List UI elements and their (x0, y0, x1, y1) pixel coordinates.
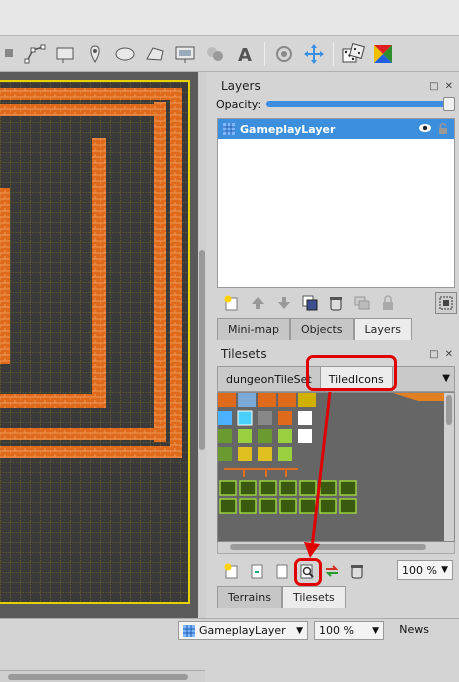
eye-icon[interactable] (418, 122, 432, 134)
merge-layer-icon[interactable] (351, 292, 373, 314)
map-editor[interactable] (0, 72, 206, 682)
map-vertical-scrollbar[interactable] (198, 72, 206, 618)
layer-combo[interactable]: GameplayLayer ▼ (178, 621, 308, 640)
svg-text:A: A (238, 45, 252, 64)
toolbar-separator (333, 41, 334, 66)
new-tileset-icon[interactable] (221, 560, 243, 582)
map-canvas[interactable] (0, 80, 190, 604)
highlight-current-layer-icon[interactable] (435, 292, 457, 314)
main-toolbar: A (0, 36, 459, 72)
current-layer-name: GameplayLayer (199, 624, 286, 637)
layer-name: GameplayLayer (240, 122, 336, 136)
insert-image-icon[interactable] (200, 40, 230, 68)
polygon-tool-icon[interactable] (140, 40, 170, 68)
tile-layer-icon (183, 624, 195, 637)
delete-layer-icon[interactable] (325, 292, 347, 314)
tab-tilesets[interactable]: Tilesets (281, 586, 346, 608)
layer-dock-tabs: Mini-map Objects Layers (213, 318, 459, 340)
tileset-vertical-scrollbar[interactable] (444, 393, 454, 541)
chevron-down-icon[interactable]: ▼ (441, 565, 448, 575)
lock-icon[interactable] (438, 122, 448, 135)
scroll-thumb[interactable] (230, 544, 426, 550)
lock-layer-icon[interactable] (377, 292, 399, 314)
opacity-label: Opacity: (216, 97, 262, 111)
tileset-tabs: dungeonTileSet TiledIcons ▼ (217, 366, 455, 392)
right-dock: Layers □ ✕ Opacity: GameplayLayer Mini-m… (213, 72, 459, 618)
point-tool-icon[interactable] (80, 40, 110, 68)
menu-bar (0, 0, 459, 36)
random-mode-icon[interactable] (338, 40, 368, 68)
lower-layer-icon[interactable] (273, 292, 295, 314)
tab-terrains[interactable]: Terrains (217, 586, 282, 608)
zoom-value: 100 % (319, 624, 354, 637)
swap-tileset-icon[interactable] (321, 560, 343, 582)
float-icon[interactable]: □ (429, 349, 438, 360)
close-icon[interactable]: ✕ (445, 81, 453, 92)
bottom-dock-tabs: Terrains Tilesets (213, 586, 459, 608)
import-tileset-icon[interactable] (246, 560, 268, 582)
raise-layer-icon[interactable] (247, 292, 269, 314)
chevron-down-icon[interactable]: ▼ (372, 626, 379, 636)
layers-panel-header: Layers □ ✕ (213, 76, 459, 96)
export-tileset-icon[interactable] (271, 560, 293, 582)
tilesets-panel-header: Tilesets □ ✕ (213, 344, 459, 364)
chevron-down-icon[interactable]: ▼ (296, 626, 303, 636)
scroll-thumb[interactable] (8, 674, 188, 680)
opacity-slider[interactable] (266, 97, 455, 111)
scroll-thumb[interactable] (199, 250, 205, 450)
status-bar: GameplayLayer ▼ 100 % ▼ News (0, 618, 459, 641)
rectangle-tool-icon[interactable] (50, 40, 80, 68)
scroll-thumb[interactable] (446, 395, 452, 425)
color-picker-icon[interactable] (368, 40, 398, 68)
tilesets-panel-title: Tilesets (221, 347, 267, 361)
duplicate-layer-icon[interactable] (299, 292, 321, 314)
select-tool-icon[interactable] (0, 40, 20, 68)
tab-dungeon-tileset[interactable]: dungeonTileSet (218, 367, 321, 391)
text-tool-icon[interactable]: A (230, 40, 260, 68)
map-horizontal-scrollbar[interactable] (0, 670, 205, 682)
ellipse-tool-icon[interactable] (110, 40, 140, 68)
tileset-zoom-value: 100 % (402, 563, 437, 577)
tab-layers[interactable]: Layers (353, 318, 412, 340)
tileset-horizontal-scrollbar[interactable] (217, 542, 455, 554)
news-button[interactable]: News (399, 623, 429, 636)
insert-tile-icon[interactable] (170, 40, 200, 68)
toolbar-separator (264, 41, 265, 66)
close-icon[interactable]: ✕ (445, 349, 453, 360)
zoom-combo[interactable]: 100 % ▼ (314, 621, 384, 640)
layer-toolbar (213, 288, 459, 318)
layer-list[interactable]: GameplayLayer (217, 118, 455, 288)
tile-layer-icon (223, 123, 235, 135)
float-icon[interactable]: □ (429, 81, 438, 92)
rotate-icon[interactable] (269, 40, 299, 68)
opacity-slider-handle[interactable] (443, 97, 455, 111)
tileset-toolbar: 100 % ▼ (213, 558, 459, 584)
tab-objects[interactable]: Objects (289, 318, 354, 340)
polyline-tool-icon[interactable] (20, 40, 50, 68)
new-layer-icon[interactable] (221, 292, 243, 314)
tileset-view[interactable] (217, 392, 455, 542)
layers-panel-title: Layers (221, 79, 261, 93)
tab-tiled-icons[interactable]: TiledIcons (320, 367, 393, 391)
edit-tileset-icon[interactable] (296, 560, 318, 582)
opacity-row: Opacity: (213, 96, 459, 112)
tabs-menu-icon[interactable]: ▼ (442, 373, 450, 384)
move-icon[interactable] (299, 40, 329, 68)
tileset-grid[interactable] (218, 393, 450, 541)
delete-tileset-icon[interactable] (346, 560, 368, 582)
tileset-zoom-combo[interactable]: 100 % ▼ (397, 560, 453, 580)
tab-mini-map[interactable]: Mini-map (217, 318, 290, 340)
layer-row-gameplay[interactable]: GameplayLayer (218, 119, 454, 139)
